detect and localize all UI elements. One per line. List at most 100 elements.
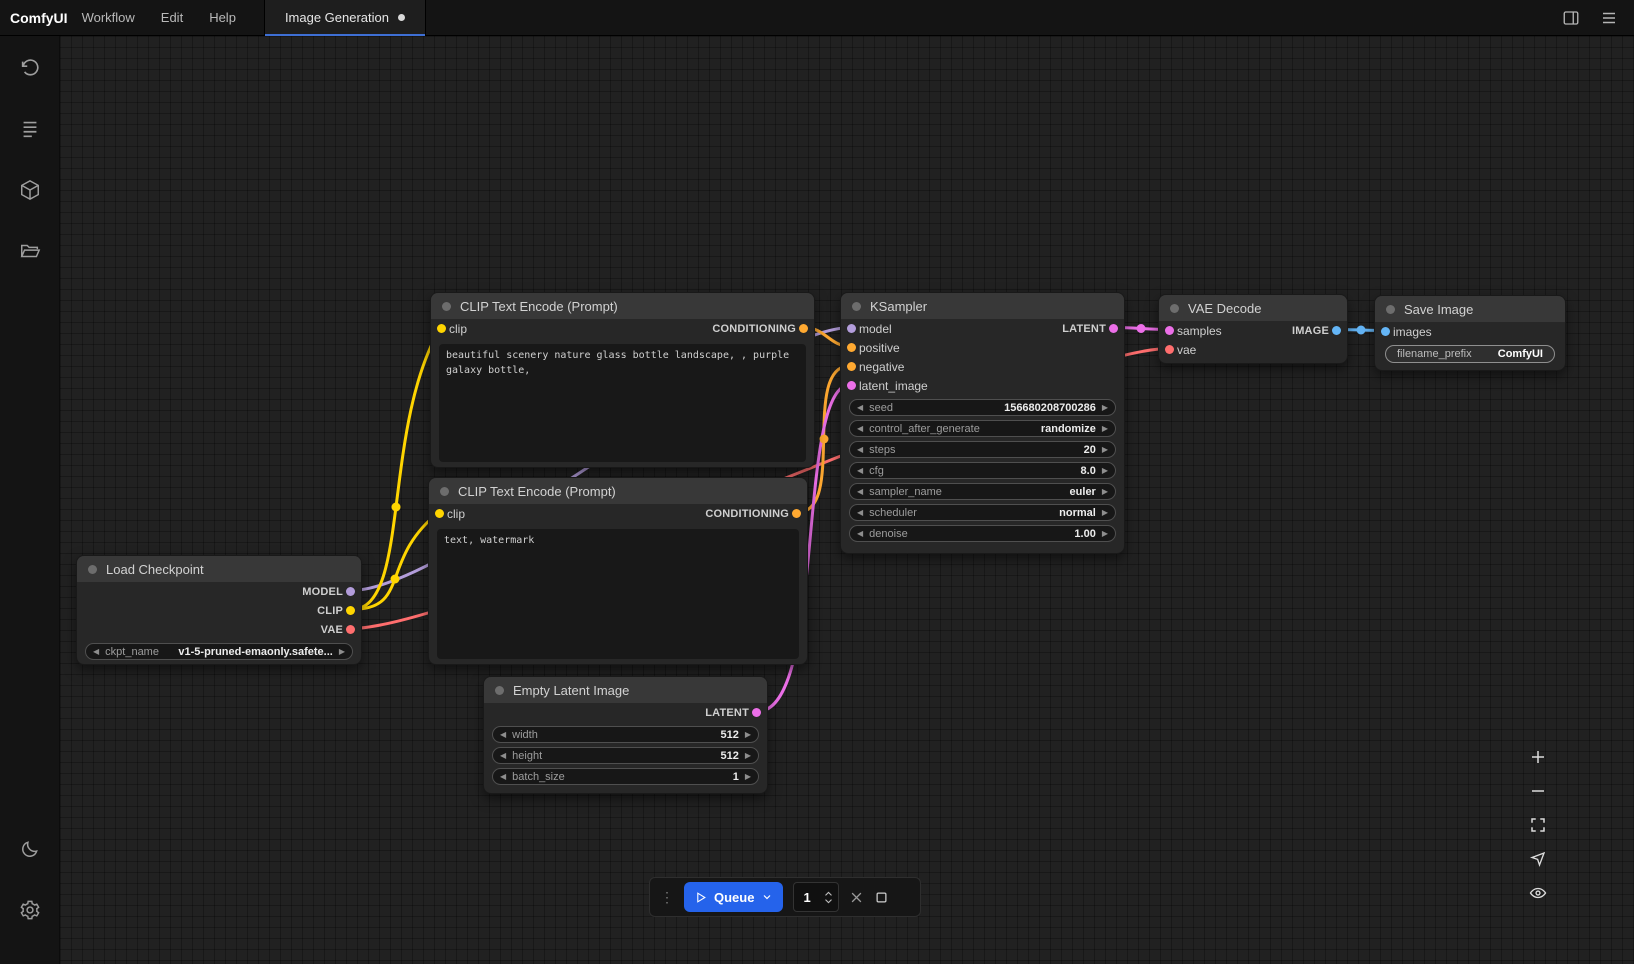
collapse-dot[interactable] xyxy=(495,686,504,695)
port-latent-output[interactable] xyxy=(1109,324,1118,333)
next-value-icon[interactable]: ▶ xyxy=(745,752,751,760)
widget-height[interactable]: ◀ height 512 ▶ xyxy=(492,747,759,764)
widget-ckpt-name[interactable]: ◀ ckpt_name v1-5-pruned-emaonly.safete..… xyxy=(85,643,353,660)
prompt-textarea[interactable]: text, watermark xyxy=(437,529,799,659)
step-up-icon[interactable] xyxy=(824,890,833,897)
port-model-input[interactable] xyxy=(847,324,856,333)
workflow-history-icon[interactable] xyxy=(10,48,50,88)
theme-toggle-icon[interactable] xyxy=(10,829,50,869)
node-clip-text-encode-negative[interactable]: CLIP Text Encode (Prompt) clip CONDITION… xyxy=(428,477,808,665)
widget-denoise[interactable]: ◀ denoise 1.00 ▶ xyxy=(849,525,1116,542)
port-positive-input[interactable] xyxy=(847,343,856,352)
node-header[interactable]: CLIP Text Encode (Prompt) xyxy=(431,293,814,319)
node-templates-icon[interactable] xyxy=(10,109,50,149)
next-value-icon[interactable]: ▶ xyxy=(745,731,751,739)
collapse-dot[interactable] xyxy=(1386,305,1395,314)
node-clip-text-encode-positive[interactable]: CLIP Text Encode (Prompt) clip CONDITION… xyxy=(430,292,815,468)
prev-value-icon[interactable]: ◀ xyxy=(857,509,863,517)
widget-filename-prefix[interactable]: filename_prefix ComfyUI xyxy=(1385,345,1555,363)
widget-width[interactable]: ◀ width 512 ▶ xyxy=(492,726,759,743)
port-vae-input[interactable] xyxy=(1165,345,1174,354)
port-conditioning-output[interactable] xyxy=(799,324,808,333)
batch-count-stepper[interactable]: 1 xyxy=(793,882,839,912)
pan-mode-icon[interactable] xyxy=(1522,844,1554,874)
node-empty-latent-image[interactable]: Empty Latent Image LATENT ◀ width 512 ▶ … xyxy=(483,676,768,794)
prev-value-icon[interactable]: ◀ xyxy=(500,752,506,760)
widget-sampler-name[interactable]: ◀ sampler_name euler ▶ xyxy=(849,483,1116,500)
node-ksampler[interactable]: KSampler model LATENT positive negative … xyxy=(840,292,1125,554)
workflows-folder-icon[interactable] xyxy=(10,231,50,271)
collapse-dot[interactable] xyxy=(852,302,861,311)
node-header[interactable]: Load Checkpoint xyxy=(77,556,361,582)
next-value-icon[interactable]: ▶ xyxy=(1102,509,1108,517)
node-header[interactable]: CLIP Text Encode (Prompt) xyxy=(429,478,807,504)
collapse-dot[interactable] xyxy=(442,302,451,311)
hamburger-menu-icon[interactable] xyxy=(1600,9,1618,27)
next-value-icon[interactable]: ▶ xyxy=(745,773,751,781)
settings-gear-icon[interactable] xyxy=(10,890,50,930)
node-load-checkpoint[interactable]: Load Checkpoint MODEL CLIP VAE ◀ ckpt_na… xyxy=(76,555,362,665)
next-value-icon[interactable]: ▶ xyxy=(1102,488,1108,496)
chevron-down-icon[interactable] xyxy=(761,891,773,903)
port-vae-output[interactable] xyxy=(346,625,355,634)
node-header[interactable]: KSampler xyxy=(841,293,1124,319)
widget-batch-size[interactable]: ◀ batch_size 1 ▶ xyxy=(492,768,759,785)
prev-value-icon[interactable]: ◀ xyxy=(857,404,863,412)
port-model-output[interactable] xyxy=(346,587,355,596)
panel-toggle-icon[interactable] xyxy=(1562,9,1580,27)
drag-handle-icon[interactable]: ⋮ xyxy=(660,890,674,904)
next-value-icon[interactable]: ▶ xyxy=(1102,446,1108,454)
widget-steps[interactable]: ◀ steps 20 ▶ xyxy=(849,441,1116,458)
zoom-out-icon[interactable] xyxy=(1522,776,1554,806)
next-value-icon[interactable]: ▶ xyxy=(1102,404,1108,412)
prev-value-icon[interactable]: ◀ xyxy=(500,731,506,739)
port-clip-input[interactable] xyxy=(437,324,446,333)
prev-value-icon[interactable]: ◀ xyxy=(857,530,863,538)
tab-image-generation[interactable]: Image Generation xyxy=(264,0,426,36)
prompt-textarea[interactable]: beautiful scenery nature glass bottle la… xyxy=(439,344,806,462)
model-library-icon[interactable] xyxy=(10,170,50,210)
queue-button[interactable]: Queue xyxy=(684,882,783,912)
menu-edit[interactable]: Edit xyxy=(161,10,183,25)
prev-value-icon[interactable]: ◀ xyxy=(500,773,506,781)
next-value-icon[interactable]: ▶ xyxy=(1102,467,1108,475)
cancel-run-icon[interactable] xyxy=(849,890,864,905)
slot-label-samples: samples xyxy=(1177,324,1222,338)
collapse-dot[interactable] xyxy=(440,487,449,496)
widget-scheduler[interactable]: ◀ scheduler normal ▶ xyxy=(849,504,1116,521)
next-value-icon[interactable]: ▶ xyxy=(339,648,345,656)
node-header[interactable]: Save Image xyxy=(1375,296,1565,322)
prev-value-icon[interactable]: ◀ xyxy=(857,425,863,433)
widget-seed[interactable]: ◀ seed 156680208700286 ▶ xyxy=(849,399,1116,416)
port-negative-input[interactable] xyxy=(847,362,856,371)
node-header[interactable]: Empty Latent Image xyxy=(484,677,767,703)
node-save-image[interactable]: Save Image images filename_prefix ComfyU… xyxy=(1374,295,1566,371)
port-latent-image-input[interactable] xyxy=(847,381,856,390)
port-conditioning-output[interactable] xyxy=(792,509,801,518)
zoom-in-icon[interactable] xyxy=(1522,742,1554,772)
prev-value-icon[interactable]: ◀ xyxy=(93,648,99,656)
menu-help[interactable]: Help xyxy=(209,10,236,25)
collapse-dot[interactable] xyxy=(1170,304,1179,313)
prev-value-icon[interactable]: ◀ xyxy=(857,488,863,496)
prev-value-icon[interactable]: ◀ xyxy=(857,446,863,454)
prev-value-icon[interactable]: ◀ xyxy=(857,467,863,475)
toggle-minimap-eye-icon[interactable] xyxy=(1522,878,1554,908)
fit-view-icon[interactable] xyxy=(1522,810,1554,840)
port-clip-output[interactable] xyxy=(346,606,355,615)
port-images-input[interactable] xyxy=(1381,327,1390,336)
widget-control-after-generate[interactable]: ◀ control_after_generate randomize ▶ xyxy=(849,420,1116,437)
step-down-icon[interactable] xyxy=(824,898,833,905)
port-samples-input[interactable] xyxy=(1165,326,1174,335)
port-image-output[interactable] xyxy=(1332,326,1341,335)
next-value-icon[interactable]: ▶ xyxy=(1102,425,1108,433)
port-latent-output[interactable] xyxy=(752,708,761,717)
node-header[interactable]: VAE Decode xyxy=(1159,295,1347,321)
node-vae-decode[interactable]: VAE Decode samples IMAGE vae xyxy=(1158,294,1348,364)
port-clip-input[interactable] xyxy=(435,509,444,518)
stop-icon[interactable] xyxy=(874,890,889,905)
widget-cfg[interactable]: ◀ cfg 8.0 ▶ xyxy=(849,462,1116,479)
collapse-dot[interactable] xyxy=(88,565,97,574)
next-value-icon[interactable]: ▶ xyxy=(1102,530,1108,538)
menu-workflow[interactable]: Workflow xyxy=(82,10,135,25)
